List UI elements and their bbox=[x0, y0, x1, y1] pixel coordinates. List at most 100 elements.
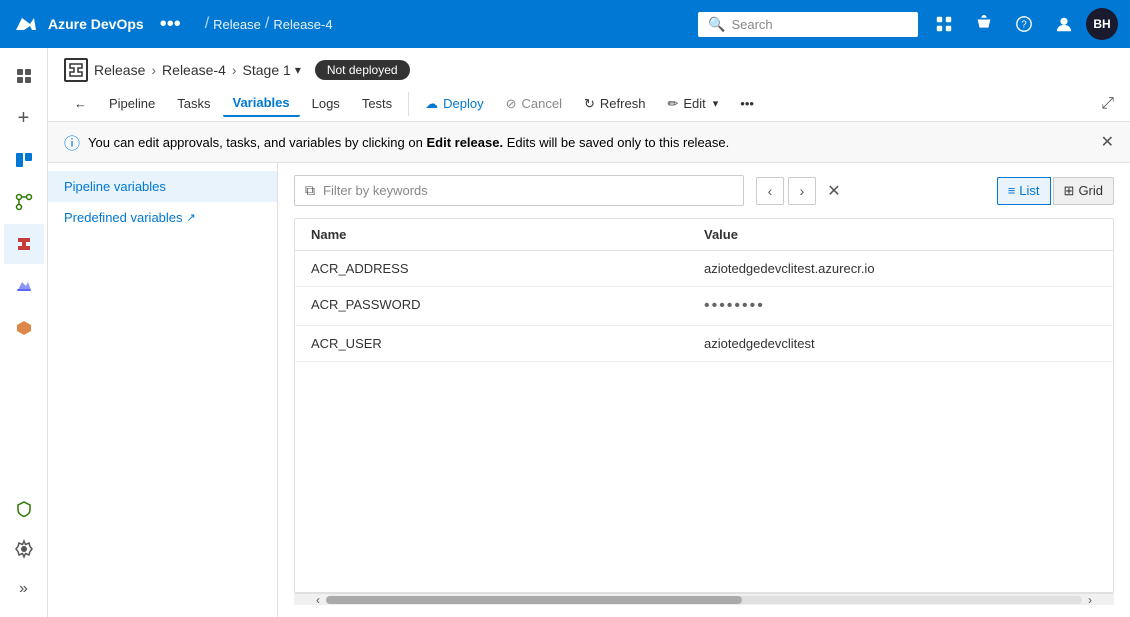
grid-view-button[interactable]: ⊞ Grid bbox=[1053, 177, 1114, 205]
var-name-1: ACR_ADDRESS bbox=[311, 261, 704, 276]
edit-icon: ✏ bbox=[667, 96, 678, 112]
sidebar-item-pipelines[interactable] bbox=[4, 224, 44, 264]
filter-next-button[interactable]: › bbox=[788, 177, 816, 205]
main-layout: + » bbox=[0, 48, 1130, 617]
sidebar-item-repos[interactable] bbox=[4, 182, 44, 222]
scrollbar-thumb bbox=[326, 596, 742, 604]
filter-icon: ⧉ bbox=[305, 182, 315, 199]
grid-icon: ⊞ bbox=[1064, 183, 1075, 199]
logo-text: Azure DevOps bbox=[48, 16, 144, 32]
info-bar-text: You can edit approvals, tasks, and varia… bbox=[88, 135, 1093, 150]
cancel-button[interactable]: ⊘ Cancel bbox=[496, 91, 572, 117]
horizontal-scrollbar[interactable]: ‹ › bbox=[294, 593, 1114, 605]
expand-panel-icon[interactable]: ⤢ bbox=[1101, 95, 1114, 113]
edit-chevron-icon: ▾ bbox=[713, 97, 719, 110]
filter-box[interactable]: ⧉ Filter by keywords bbox=[294, 175, 744, 206]
variables-table: Name Value ACR_ADDRESS aziotedgedevclite… bbox=[294, 218, 1114, 593]
search-icon: 🔍 bbox=[708, 16, 725, 33]
var-name-2: ACR_PASSWORD bbox=[311, 297, 704, 315]
var-value-2: •••••••• bbox=[704, 297, 1097, 315]
var-value-1: aziotedgedevclitest.azurecr.io bbox=[704, 261, 1097, 276]
scrollbar-track bbox=[326, 596, 1082, 604]
basket-icon[interactable] bbox=[966, 6, 1002, 42]
info-close-button[interactable]: ✕ bbox=[1101, 132, 1114, 152]
variables-sidebar: Pipeline variables Predefined variables … bbox=[48, 163, 278, 617]
filter-clear-button[interactable]: ✕ bbox=[820, 177, 848, 205]
sidebar-item-home[interactable] bbox=[4, 56, 44, 96]
tab-tests[interactable]: Tests bbox=[352, 91, 402, 116]
stage-dropdown[interactable]: Stage 1 ▾ bbox=[243, 62, 301, 78]
external-link-icon: ↗ bbox=[187, 211, 196, 224]
tab-logs[interactable]: Logs bbox=[302, 91, 350, 116]
user-settings-icon[interactable] bbox=[1046, 6, 1082, 42]
variables-content: ⧉ Filter by keywords ‹ › ✕ ≡ List bbox=[278, 163, 1130, 617]
top-breadcrumb: / Release / Release-4 bbox=[205, 15, 333, 33]
more-actions-button[interactable]: ••• bbox=[730, 91, 764, 116]
view-toggle: ≡ List ⊞ Grid bbox=[997, 177, 1114, 205]
table-row[interactable]: ACR_USER aziotedgedevclitest bbox=[295, 326, 1113, 362]
more-options-icon[interactable]: ••• bbox=[152, 13, 189, 36]
sidebar-expand-icon[interactable]: » bbox=[4, 569, 44, 609]
content-area: Release › Release-4 › Stage 1 ▾ Not depl… bbox=[48, 48, 1130, 617]
avatar[interactable]: BH bbox=[1086, 8, 1118, 40]
page-header: Release › Release-4 › Stage 1 ▾ Not depl… bbox=[48, 48, 1130, 122]
sidebar-item-boards[interactable] bbox=[4, 140, 44, 180]
status-badge: Not deployed bbox=[315, 60, 410, 80]
table-row[interactable]: ACR_PASSWORD •••••••• bbox=[295, 287, 1113, 326]
info-icon: ⓘ bbox=[64, 130, 80, 154]
list-view-button[interactable]: ≡ List bbox=[997, 177, 1051, 205]
release-pipeline-icon bbox=[64, 58, 88, 82]
toolbar-separator-1 bbox=[408, 92, 409, 116]
var-value-3: aziotedgedevclitest bbox=[704, 336, 1097, 351]
sidebar-item-add[interactable]: + bbox=[4, 98, 44, 138]
sidebar-item-artifacts[interactable] bbox=[4, 308, 44, 348]
left-sidebar: + » bbox=[0, 48, 48, 617]
back-arrow-icon: ← bbox=[74, 96, 87, 111]
column-name: Name bbox=[311, 227, 704, 242]
body-area: Pipeline variables Predefined variables … bbox=[48, 163, 1130, 617]
filter-navigation: ‹ › ✕ bbox=[756, 177, 848, 205]
back-button[interactable]: ← bbox=[64, 91, 97, 116]
tab-tasks[interactable]: Tasks bbox=[167, 91, 220, 116]
breadcrumb-release4[interactable]: Release-4 bbox=[273, 17, 332, 32]
tab-pipeline[interactable]: Pipeline bbox=[99, 91, 165, 116]
scroll-left-button[interactable]: ‹ bbox=[310, 592, 326, 608]
filter-prev-button[interactable]: ‹ bbox=[756, 177, 784, 205]
scroll-right-button[interactable]: › bbox=[1082, 592, 1098, 608]
cancel-icon: ⊘ bbox=[506, 96, 517, 112]
sidebar-bottom-group: » bbox=[4, 489, 44, 609]
filter-row: ⧉ Filter by keywords ‹ › ✕ ≡ List bbox=[294, 175, 1114, 206]
grid-icon[interactable] bbox=[926, 6, 962, 42]
refresh-icon: ↻ bbox=[584, 96, 595, 112]
filter-placeholder: Filter by keywords bbox=[323, 183, 428, 198]
var-name-3: ACR_USER bbox=[311, 336, 704, 351]
sidebar-pipeline-variables[interactable]: Pipeline variables bbox=[48, 171, 277, 202]
stage-label: Stage 1 bbox=[243, 62, 291, 78]
edit-button[interactable]: ✏ Edit ▾ bbox=[657, 91, 728, 117]
logo-area[interactable]: Azure DevOps bbox=[12, 10, 144, 38]
sidebar-predefined-variables[interactable]: Predefined variables ↗ bbox=[48, 202, 277, 233]
azure-devops-logo-icon bbox=[12, 10, 40, 38]
top-nav-icon-group: ? BH bbox=[926, 6, 1118, 42]
breadcrumb-release[interactable]: Release bbox=[213, 17, 261, 32]
stage-chevron-icon: ▾ bbox=[295, 63, 301, 77]
release-label[interactable]: Release bbox=[94, 62, 145, 78]
help-icon[interactable]: ? bbox=[1006, 6, 1042, 42]
refresh-button[interactable]: ↻ Refresh bbox=[574, 91, 655, 117]
sidebar-item-security[interactable] bbox=[4, 489, 44, 529]
breadcrumb-arrow-1: › bbox=[151, 62, 156, 78]
search-placeholder: Search bbox=[731, 17, 772, 32]
breadcrumb-arrow-2: › bbox=[232, 62, 237, 78]
table-header: Name Value bbox=[295, 219, 1113, 251]
deploy-icon: ☁ bbox=[425, 96, 438, 112]
tab-variables[interactable]: Variables bbox=[223, 90, 300, 117]
sidebar-item-settings[interactable] bbox=[4, 529, 44, 569]
svg-text:?: ? bbox=[1021, 20, 1027, 31]
table-row[interactable]: ACR_ADDRESS aziotedgedevclitest.azurecr.… bbox=[295, 251, 1113, 287]
sidebar-item-testplans[interactable] bbox=[4, 266, 44, 306]
deploy-button[interactable]: ☁ Deploy bbox=[415, 91, 493, 117]
page-breadcrumb-row: Release › Release-4 › Stage 1 ▾ Not depl… bbox=[64, 58, 1114, 82]
top-navbar: Azure DevOps ••• / Release / Release-4 🔍… bbox=[0, 0, 1130, 48]
release4-label[interactable]: Release-4 bbox=[162, 62, 226, 78]
global-search[interactable]: 🔍 Search bbox=[698, 12, 918, 37]
